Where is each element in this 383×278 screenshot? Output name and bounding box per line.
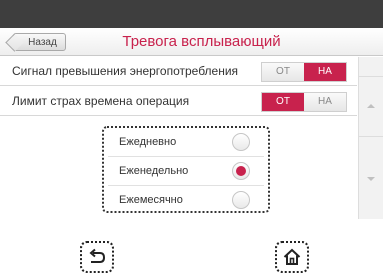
page-title: Тревога всплывающий [122, 33, 281, 50]
bottom-nav [0, 219, 383, 278]
status-bar [0, 0, 383, 28]
frequency-option-daily[interactable]: Ежедневно [104, 128, 268, 156]
energy-alarm-toggle[interactable]: ОТ НА [261, 62, 347, 82]
setting-row-energy-alarm: Сигнал превышения энергопотребления ОТ Н… [0, 57, 357, 86]
setting-row-time-limit: Лимит страх времена операция ОТ НА [0, 87, 357, 116]
frequency-label-monthly: Ежемесячно [119, 194, 183, 206]
setting-label-time-limit: Лимит страх времена операция [12, 94, 190, 108]
scroll-up-icon [367, 104, 375, 108]
home-icon [283, 248, 301, 265]
radio-monthly[interactable] [232, 191, 250, 209]
energy-alarm-off-option[interactable]: ОТ [262, 63, 304, 81]
frequency-option-monthly[interactable]: Ежемесячно [104, 186, 268, 214]
scroll-down-icon [367, 177, 375, 181]
home-nav-button[interactable] [275, 241, 309, 273]
time-limit-toggle[interactable]: ОТ НА [261, 92, 347, 112]
back-arrow-icon [89, 248, 106, 263]
back-nav-button[interactable] [80, 241, 114, 273]
energy-alarm-on-option[interactable]: НА [304, 63, 346, 81]
back-button-label: Назад [28, 36, 57, 48]
scroll-track-top [359, 57, 383, 77]
scroll-up-button[interactable] [359, 77, 383, 137]
frequency-option-weekly[interactable]: Еженедельно [104, 157, 268, 185]
frequency-label-weekly: Еженедельно [119, 165, 189, 177]
time-limit-on-option[interactable]: НА [304, 93, 346, 111]
time-limit-off-option[interactable]: ОТ [262, 93, 304, 111]
setting-label-energy-alarm: Сигнал превышения энергопотребления [12, 64, 239, 78]
header-bar: Назад Тревога всплывающий [0, 28, 383, 56]
radio-daily[interactable] [232, 133, 250, 151]
radio-weekly[interactable] [232, 162, 250, 180]
settings-panel: Сигнал превышения энергопотребления ОТ Н… [0, 57, 357, 219]
scrollbar[interactable] [358, 57, 383, 219]
frequency-label-daily: Ежедневно [119, 136, 177, 148]
scroll-down-button[interactable] [359, 137, 383, 219]
frequency-radio-group: Ежедневно Еженедельно Ежемесячно [102, 126, 270, 213]
